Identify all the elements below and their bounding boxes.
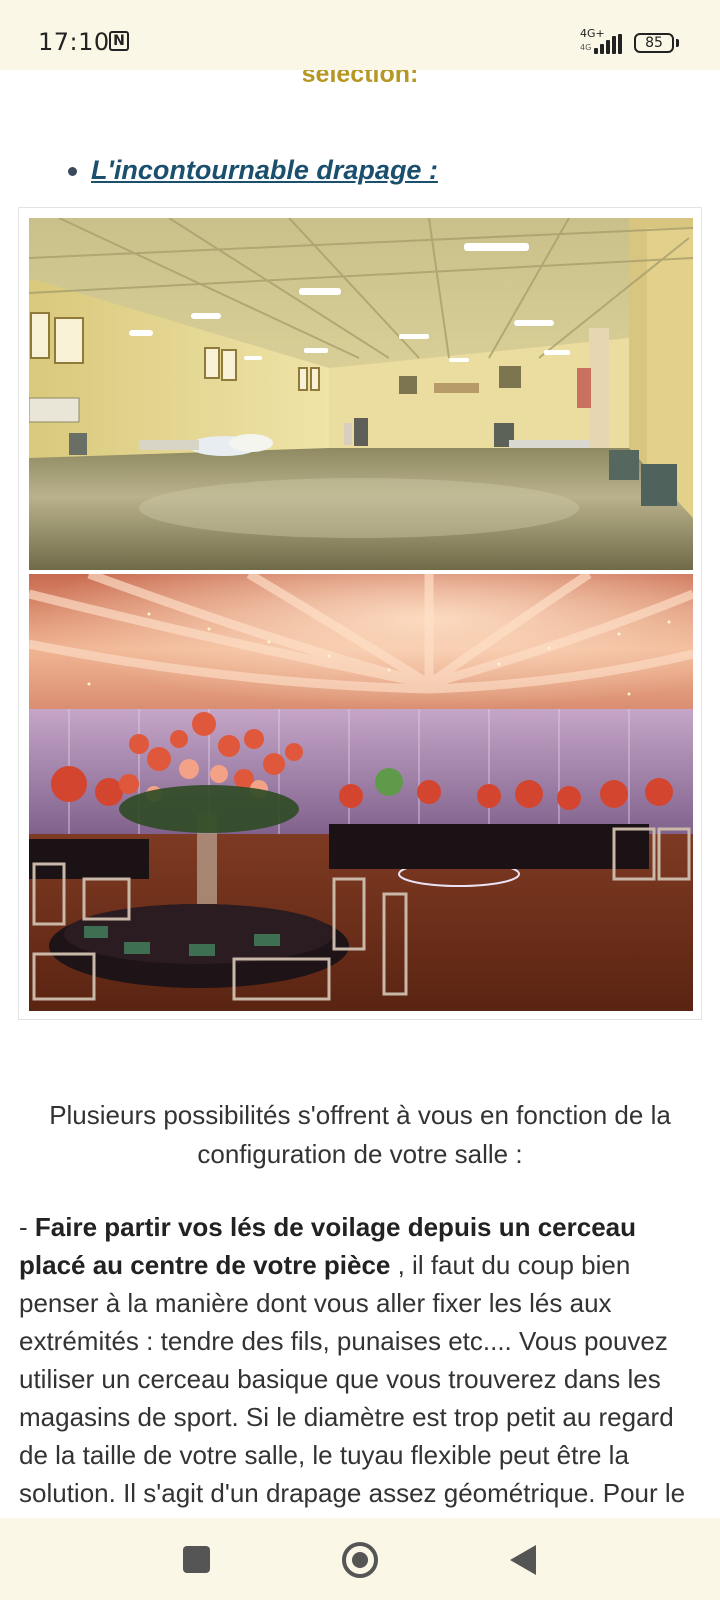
system-nav-bar [0,1518,720,1600]
draped-reception-hall-photo [29,574,693,1011]
status-time: 17:10 [38,28,110,56]
before-after-image[interactable] [18,207,702,1020]
battery-icon: 85 [634,33,674,53]
nfc-icon: N [109,31,129,51]
network-sub-label: 4G [580,43,592,52]
signal-strength-icon [594,34,626,54]
status-bar: 17:10 N 4G+ 4G 85 [0,0,720,70]
battery-tip [676,39,679,47]
intro-paragraph: Plusieurs possibilités s'offrent à vous … [49,1100,671,1169]
body-rest-text: , il faut du coup bien penser à la maniè… [19,1250,686,1546]
empty-hall-photo [29,218,693,570]
body-paragraph: - Faire partir vos lés de voilage depuis… [19,1208,703,1550]
drapage-link[interactable]: L'incontournable drapage : [91,155,438,186]
square-recents-icon[interactable] [183,1546,210,1573]
body-prefix: - [19,1212,35,1242]
bullet-dot [68,167,77,176]
circle-home-icon[interactable] [342,1542,378,1578]
triangle-back-icon[interactable] [510,1545,536,1575]
